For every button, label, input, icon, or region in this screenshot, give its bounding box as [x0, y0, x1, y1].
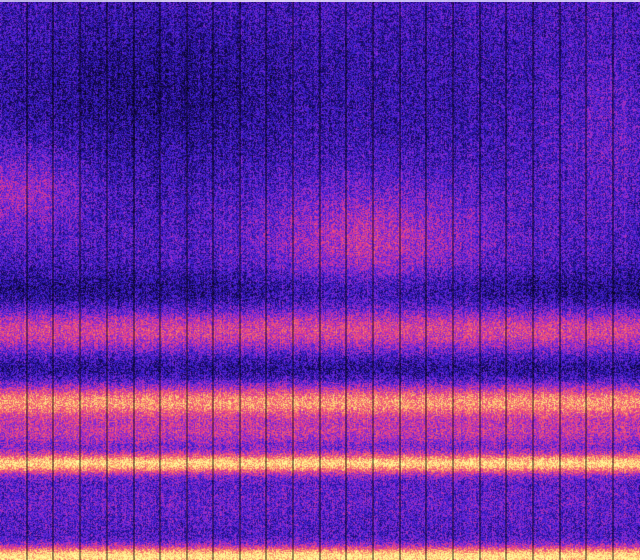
- spectrogram-canvas: [0, 0, 640, 560]
- top-edge-strip: [0, 0, 640, 2]
- spectrogram-view: [0, 0, 640, 560]
